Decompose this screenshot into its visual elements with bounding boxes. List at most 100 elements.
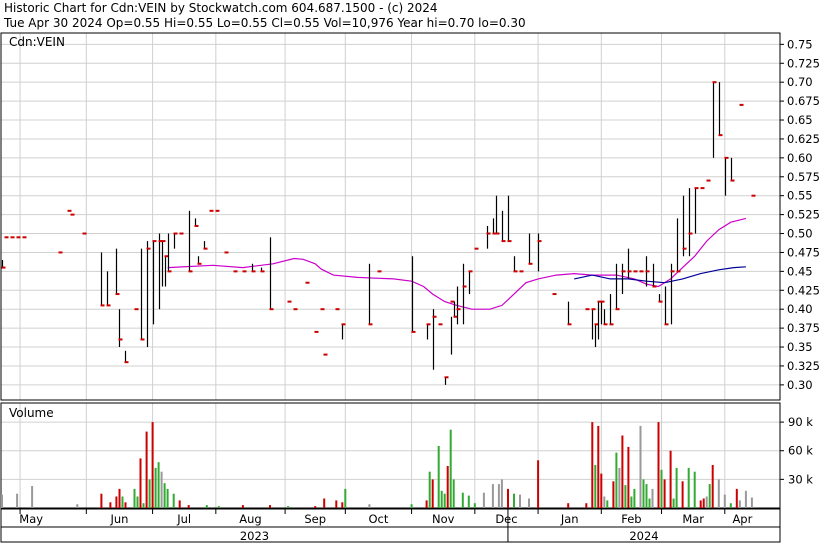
volume-bar — [461, 492, 464, 508]
volume-bar — [744, 490, 747, 508]
volume-bar — [205, 505, 208, 508]
volume-bar — [410, 504, 413, 508]
price-tick-label: 0.50 — [787, 227, 813, 241]
volume-bar — [121, 496, 124, 508]
price-tick-label: 0.75 — [787, 37, 813, 51]
volume-bar — [133, 488, 136, 508]
month-label: Sep — [304, 512, 326, 526]
month-label: Jul — [176, 512, 191, 526]
volume-bar — [473, 503, 476, 508]
volume-bar — [100, 493, 103, 508]
volume-bar — [151, 422, 154, 508]
volume-bar — [681, 481, 684, 508]
volume-bar — [145, 431, 148, 508]
volume-bar — [723, 494, 726, 508]
price-tick-label: 0.70 — [787, 75, 813, 89]
volume-bar — [657, 422, 660, 508]
price-tick-label: 0.475 — [787, 245, 820, 259]
volume-bar — [160, 471, 163, 508]
volume-bar — [537, 460, 540, 508]
volume-bar — [1, 494, 3, 508]
volume-bar — [31, 486, 34, 508]
volume-bar — [708, 484, 711, 508]
volume-bar — [467, 495, 470, 508]
price-panel-frame — [0, 32, 781, 401]
volume-bar — [600, 473, 603, 508]
volume-bar — [428, 471, 431, 508]
month-label: Oct — [369, 512, 389, 526]
volume-bar — [166, 488, 169, 508]
volume-bar — [437, 446, 440, 508]
volume-bar — [699, 500, 702, 508]
volume-bar — [16, 493, 19, 508]
volume-bar — [118, 488, 121, 508]
volume-bar — [693, 471, 696, 508]
volume-bar — [449, 429, 452, 508]
volume-bar — [187, 505, 190, 508]
volume-bar — [115, 496, 118, 508]
volume-bar — [341, 502, 344, 508]
price-tick-label: 0.45 — [787, 264, 813, 278]
volume-bar — [717, 479, 720, 508]
volume-bar — [148, 479, 151, 508]
volume-bar — [157, 462, 160, 508]
volume-bar — [507, 488, 509, 508]
volume-bar — [675, 467, 678, 508]
price-tick-label: 0.60 — [787, 151, 813, 165]
volume-bar — [651, 488, 654, 508]
month-label: Feb — [621, 512, 641, 526]
volume-bar — [431, 479, 434, 508]
volume-bar — [750, 497, 753, 508]
month-label: Dec — [495, 512, 517, 526]
price-tick-label: 0.65 — [787, 113, 813, 127]
price-tick-label: 0.525 — [787, 208, 820, 222]
volume-bar — [618, 467, 621, 508]
volume-panel-frame — [0, 402, 781, 509]
volume-bar — [621, 435, 624, 508]
price-tick-label: 0.725 — [787, 56, 820, 70]
volume-bar — [645, 484, 648, 508]
volume-bar — [615, 452, 618, 508]
price-tick-label: 0.40 — [787, 302, 813, 316]
volume-bar — [528, 498, 530, 508]
volume-bar — [585, 503, 588, 508]
volume-bar — [178, 500, 181, 508]
volume-bar — [567, 503, 570, 508]
volume-bar — [136, 496, 139, 508]
volume-bar — [519, 494, 521, 508]
stock-chart: May Jun Jul Aug Sep Oct Nov Dec Jan Feb Mar Apr 2023… — [0, 32, 820, 543]
volume-bar — [443, 493, 446, 508]
month-label: Jan — [560, 512, 579, 526]
symbol-label: Cdn:VEIN — [9, 35, 65, 49]
volume-bar — [491, 484, 494, 508]
volume-bar — [497, 484, 500, 508]
volume-bar — [344, 488, 347, 508]
month-label: Nov — [432, 512, 455, 526]
price-tick-label: 0.575 — [787, 170, 820, 184]
volume-bar — [139, 458, 142, 508]
volume-label: Volume — [9, 406, 54, 420]
volume-bar — [648, 498, 651, 508]
month-label: Mar — [682, 512, 704, 526]
volume-bar — [642, 479, 645, 508]
volume-bar — [735, 488, 738, 508]
volume-bar — [738, 500, 741, 508]
volume-bar — [287, 506, 290, 508]
volume-bar — [630, 496, 633, 508]
volume-bar — [639, 425, 642, 508]
volume-bar — [142, 503, 145, 508]
volume-bar — [109, 502, 112, 508]
volume-bar — [172, 493, 175, 508]
volume-bars — [1, 422, 753, 508]
volume-bar — [368, 504, 371, 508]
volume-bar — [440, 490, 443, 508]
volume-bar — [711, 465, 714, 508]
volume-bar — [633, 488, 636, 508]
volume-bar — [597, 425, 600, 508]
volume-bar — [606, 500, 609, 508]
year-label: 2024 — [629, 529, 658, 543]
volume-bar — [446, 466, 449, 508]
volume-bar — [591, 422, 594, 508]
month-label: Aug — [239, 512, 261, 526]
price-tick-label: 0.325 — [787, 359, 820, 373]
